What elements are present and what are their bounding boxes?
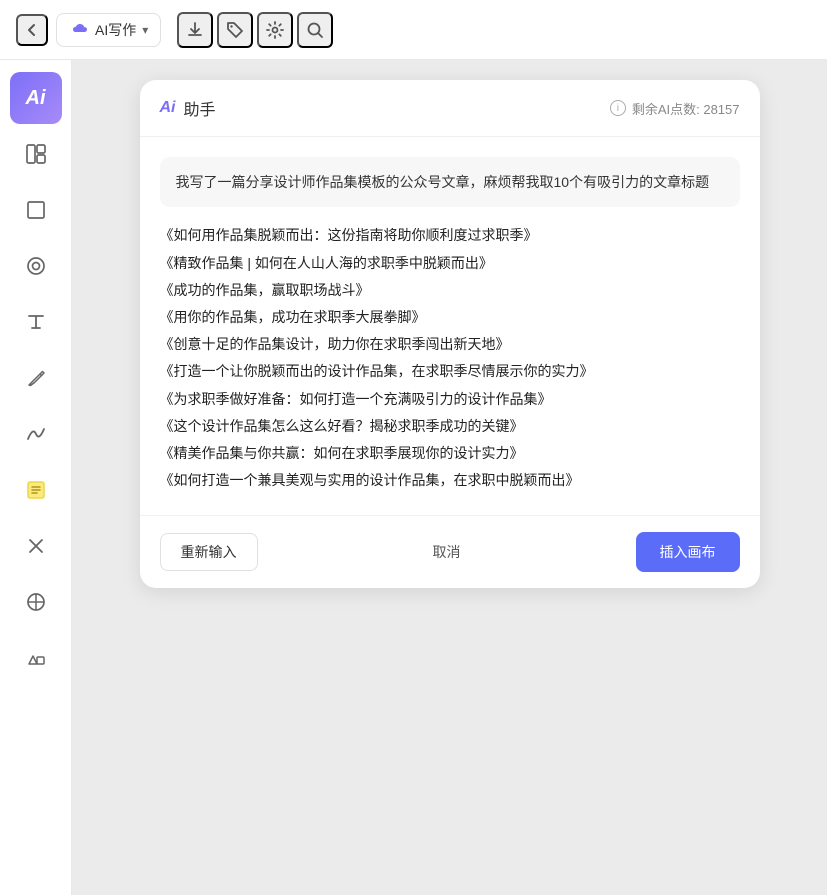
result-item: 《创意十足的作品集设计，助力你在求职季闯出新天地》 bbox=[160, 332, 740, 357]
sidebar-item-sticky-note[interactable] bbox=[10, 464, 62, 516]
reinput-button[interactable]: 重新输入 bbox=[160, 533, 258, 571]
cancel-button[interactable]: 取消 bbox=[413, 534, 481, 570]
toolbar-icons bbox=[177, 12, 333, 48]
panel-header: Ai 助手 i 剩余AI点数: 28157 bbox=[140, 80, 760, 137]
back-button[interactable] bbox=[16, 14, 48, 46]
settings-button[interactable] bbox=[257, 12, 293, 48]
result-item: 《精致作品集 | 如何在人山人海的求职季中脱颖而出》 bbox=[160, 251, 740, 276]
sidebar-item-circle-select[interactable] bbox=[10, 240, 62, 292]
result-item: 《如何打造一个兼具美观与实用的设计作品集，在求职中脱颖而出》 bbox=[160, 468, 740, 493]
sidebar-item-cross[interactable] bbox=[10, 520, 62, 572]
tag-button[interactable] bbox=[217, 12, 253, 48]
result-item: 《为求职季做好准备：如何打造一个充满吸引力的设计作品集》 bbox=[160, 387, 740, 412]
panel-header-left: Ai 助手 bbox=[160, 96, 216, 120]
sidebar-item-shapes[interactable] bbox=[10, 632, 62, 684]
result-item: 《精美作品集与你共赢：如何在求职季展现你的设计实力》 bbox=[160, 441, 740, 466]
ai-write-button[interactable]: AI写作 ▾ bbox=[56, 13, 161, 47]
result-item: 《这个设计作品集怎么这么好看？揭秘求职季成功的关键》 bbox=[160, 414, 740, 439]
top-toolbar: AI写作 ▾ bbox=[0, 0, 827, 60]
main-area: Ai bbox=[0, 60, 827, 895]
search-button[interactable] bbox=[297, 12, 333, 48]
sidebar-item-curve[interactable] bbox=[10, 408, 62, 460]
ai-cloud-icon bbox=[69, 22, 89, 38]
result-item: 《成功的作品集，赢取职场战斗》 bbox=[160, 278, 740, 303]
panel-body: 我写了一篇分享设计师作品集模板的公众号文章，麻烦帮我取10个有吸引力的文章标题 … bbox=[140, 137, 760, 515]
result-item: 《打造一个让你脱颖而出的设计作品集，在求职季尽情展示你的实力》 bbox=[160, 359, 740, 384]
query-text: 我写了一篇分享设计师作品集模板的公众号文章，麻烦帮我取10个有吸引力的文章标题 bbox=[176, 174, 710, 190]
chevron-down-icon: ▾ bbox=[142, 23, 148, 37]
panel-header-right: i 剩余AI点数: 28157 bbox=[610, 99, 740, 118]
sidebar-item-layout[interactable] bbox=[10, 128, 62, 180]
sidebar-item-link[interactable] bbox=[10, 576, 62, 628]
points-label: 剩余AI点数: 28157 bbox=[632, 99, 740, 118]
sidebar-item-text[interactable] bbox=[10, 296, 62, 348]
info-icon[interactable]: i bbox=[610, 100, 626, 116]
panel-footer: 重新输入 取消 插入画布 bbox=[140, 515, 760, 588]
sidebar-item-frame[interactable] bbox=[10, 184, 62, 236]
ai-write-label: AI写作 bbox=[95, 20, 136, 40]
panel-ai-icon: Ai bbox=[160, 99, 176, 117]
result-box: 《如何用作品集脱颖而出：这份指南将助你顺利度过求职季》《精致作品集 | 如何在人… bbox=[160, 223, 740, 493]
download-button[interactable] bbox=[177, 12, 213, 48]
result-item: 《如何用作品集脱颖而出：这份指南将助你顺利度过求职季》 bbox=[160, 223, 740, 248]
content-area: Ai 助手 i 剩余AI点数: 28157 我写了一篇分享设计师作品集模板的公众… bbox=[72, 60, 827, 895]
panel-title: 助手 bbox=[184, 96, 216, 120]
insert-canvas-button[interactable]: 插入画布 bbox=[636, 532, 740, 572]
left-sidebar: Ai bbox=[0, 60, 72, 895]
sidebar-item-pen[interactable] bbox=[10, 352, 62, 404]
query-box: 我写了一篇分享设计师作品集模板的公众号文章，麻烦帮我取10个有吸引力的文章标题 bbox=[160, 157, 740, 207]
sidebar-ai-icon[interactable]: Ai bbox=[10, 72, 62, 124]
result-item: 《用你的作品集，成功在求职季大展拳脚》 bbox=[160, 305, 740, 330]
ai-panel: Ai 助手 i 剩余AI点数: 28157 我写了一篇分享设计师作品集模板的公众… bbox=[140, 80, 760, 588]
